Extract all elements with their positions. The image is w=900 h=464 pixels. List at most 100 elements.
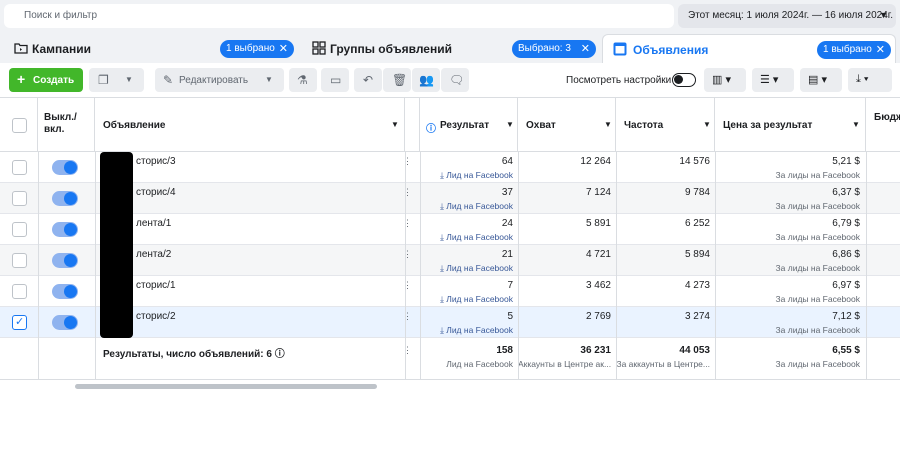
table-row[interactable]: сторис/1 ⋮ 7 ⤓ Лид на Facebook 3 462 4 273 6,9… (0, 276, 900, 307)
total-results: 158 (496, 345, 513, 356)
edit-label: Редактировать (179, 75, 249, 86)
pill-label: Выбрано: 3 (518, 43, 571, 54)
total-results-type: Лид на Facebook (446, 359, 513, 369)
ad-status-toggle[interactable] (52, 253, 78, 268)
sort-icon: ▼ (506, 120, 514, 129)
results-value: 5 (507, 311, 513, 322)
table-row[interactable]: сторис/4 ⋮ 37 ⤓ Лид на Facebook 7 124 9 784 6,… (0, 183, 900, 214)
header-results[interactable]: ⓘ Результат ▼ (420, 98, 518, 152)
edit-button[interactable]: ✎ Редактировать ▼ (155, 68, 284, 92)
header-cost[interactable]: Цена за результат ▼ (715, 98, 866, 152)
clipboard-button[interactable]: ▭ (321, 68, 349, 92)
duplicate-button[interactable]: ❐ ▼ (89, 68, 144, 92)
cost-type: За лиды на Facebook (775, 232, 860, 242)
results-type-label: Лид на Facebook (446, 232, 513, 242)
row-checkbox[interactable] (12, 315, 27, 330)
delete-button[interactable]: 🗑 (383, 68, 411, 92)
tab-label: Группы объявлений (330, 42, 452, 56)
redacted-thumbnails (100, 152, 133, 338)
close-icon[interactable]: ✕ (876, 43, 885, 56)
info-icon[interactable]: ⓘ (426, 120, 436, 135)
date-range-picker[interactable]: Этот месяц: 1 июля 2024г. — 16 июля 2024… (678, 4, 896, 28)
close-icon[interactable]: ✕ (581, 42, 590, 55)
view-settings-toggle[interactable] (672, 73, 696, 87)
row-checkbox[interactable] (12, 253, 27, 268)
header-label: Цена за результат (723, 120, 813, 131)
reach-value: 2 769 (585, 311, 611, 322)
audience-button[interactable]: 👥 (412, 68, 440, 92)
results-type-label: Лид на Facebook (446, 201, 513, 211)
reach-value: 5 891 (585, 218, 611, 229)
row-checkbox[interactable] (12, 160, 27, 175)
cost-type: За лиды на Facebook (775, 294, 860, 304)
cost-type: За лиды на Facebook (775, 170, 860, 180)
header-toggle[interactable]: Выкл./ вкл. (38, 98, 95, 152)
header-reach[interactable]: Охват ▼ (518, 98, 616, 152)
table-row[interactable]: лента/1 ⋮ 24 ⤓ Лид на Facebook 5 891 6 252 6,7… (0, 214, 900, 245)
results-type: ⤓ Лид на Facebook (420, 170, 513, 181)
ad-name-link: сторис/4 (136, 187, 176, 198)
flask-icon: ⚗ (297, 73, 308, 87)
cost-type: За лиды на Facebook (775, 201, 860, 211)
ad-name-link: лента/1 (136, 218, 172, 229)
column-divider (38, 152, 39, 380)
columns-icon: ▥ ▾ (712, 74, 731, 86)
reports-button[interactable]: ▤ ▾ (800, 68, 842, 92)
ad-name-link: сторис/1 (136, 280, 176, 291)
selection-pill[interactable]: Выбрано: 3 ✕ (512, 40, 596, 58)
horizontal-scrollbar[interactable] (75, 384, 377, 389)
row-checkbox[interactable] (12, 284, 27, 299)
ad-status-toggle[interactable] (52, 222, 78, 237)
search-input[interactable]: Поиск и фильтр (4, 4, 674, 28)
selection-pill[interactable]: 1 выбрано ✕ (220, 40, 294, 58)
header-label: Результат (440, 120, 490, 131)
table-row[interactable]: сторис/2⋮5⤓ Лид на Facebook2 7693 2747,1… (0, 307, 900, 338)
selection-pill[interactable]: 1 выбрано ✕ (817, 41, 891, 59)
preview-icon: 🗨 (449, 73, 465, 87)
results-value: 64 (501, 156, 513, 167)
header-spacer (405, 98, 420, 152)
table-header: Выкл./ вкл. Объявление ▼ ⓘ Результат ▼ О… (0, 97, 900, 152)
plus-icon: + (17, 71, 26, 87)
clipboard-icon: ▭ (330, 73, 342, 87)
table-row[interactable]: лента/2 ⋮ 21 ⤓ Лид на Facebook 4 721 5 894 6,8… (0, 245, 900, 276)
reach-value: 3 462 (585, 280, 611, 291)
column-divider (518, 152, 519, 380)
info-icon[interactable]: ⓘ (272, 349, 285, 360)
select-all-checkbox[interactable] (12, 118, 27, 133)
tab-ads[interactable]: Объявления 1 выбрано ✕ (602, 34, 896, 64)
column-divider (866, 152, 867, 380)
header-frequency[interactable]: Частота ▼ (616, 98, 715, 152)
row-checkbox[interactable] (12, 191, 27, 206)
cost-type: За лиды на Facebook (775, 325, 860, 335)
ad-name-link: сторис/3 (136, 156, 176, 167)
tab-adsets[interactable]: Группы объявлений Выбрано: 3 ✕ (302, 34, 598, 64)
sort-icon: ▼ (852, 120, 860, 129)
columns-button[interactable]: ▥ ▾ (704, 68, 746, 92)
create-button[interactable]: + Создать (9, 68, 83, 92)
preview-button[interactable]: 🗨 (441, 68, 469, 92)
header-label: Бюдж (874, 112, 900, 123)
toolbar: + Создать ❐ ▼ ✎ Редактировать ▼ ⚗ ▭ ↶ 🗑 … (0, 63, 900, 97)
close-icon[interactable]: ✕ (279, 42, 288, 55)
breakdown-button[interactable]: ☰ ▾ (752, 68, 794, 92)
export-button[interactable]: ⤓ ▾ (848, 68, 892, 92)
cost-value: 7,12 $ (832, 311, 860, 322)
ad-status-toggle[interactable] (52, 315, 78, 330)
undo-button[interactable]: ↶ (354, 68, 382, 92)
header-label: Объявление (103, 120, 166, 131)
frequency-value: 5 894 (684, 249, 710, 260)
header-ad[interactable]: Объявление ▼ (95, 98, 405, 152)
tab-campaigns[interactable]: Кампании 1 выбрано ✕ (4, 34, 296, 64)
ad-status-toggle[interactable] (52, 284, 78, 299)
table-row[interactable]: сторис/3 ⋮ 64 ⤓ Лид на Facebook 12 264 14 576… (0, 152, 900, 183)
results-value: 7 (507, 280, 513, 291)
header-budget[interactable]: Бюдж (866, 98, 900, 152)
breakdown-icon: ☰ ▾ (760, 74, 779, 86)
ad-status-toggle[interactable] (52, 160, 78, 175)
chevron-down-icon: ▼ (879, 10, 888, 20)
ab-test-button[interactable]: ⚗ (289, 68, 317, 92)
results-type: ⤓ Лид на Facebook (420, 325, 513, 336)
row-checkbox[interactable] (12, 222, 27, 237)
ad-status-toggle[interactable] (52, 191, 78, 206)
